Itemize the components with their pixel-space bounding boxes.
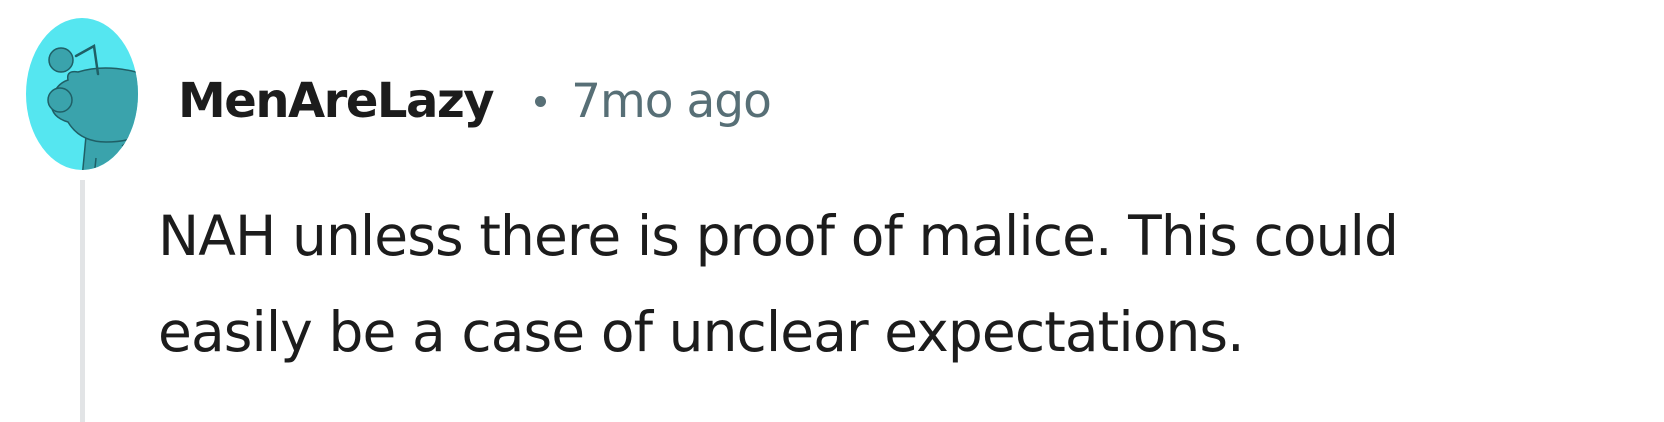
comment-body-line: NAH unless there is proof of malice. Thi… xyxy=(158,204,1399,268)
author-username[interactable]: MenAreLazy xyxy=(178,73,495,129)
comment-body-line: easily be a case of unclear expectations… xyxy=(158,300,1245,364)
comment: MenAreLazy 7mo ago NAH unless there is p… xyxy=(0,0,1664,422)
comment-body: NAH unless there is proof of malice. Thi… xyxy=(158,188,1638,380)
thread-collapse-line[interactable] xyxy=(80,180,85,422)
comment-timestamp[interactable]: 7mo ago xyxy=(571,74,772,129)
comment-meta: MenAreLazy 7mo ago xyxy=(178,66,772,136)
snoo-avatar-icon[interactable] xyxy=(24,18,142,170)
meta-separator-dot xyxy=(535,95,547,107)
